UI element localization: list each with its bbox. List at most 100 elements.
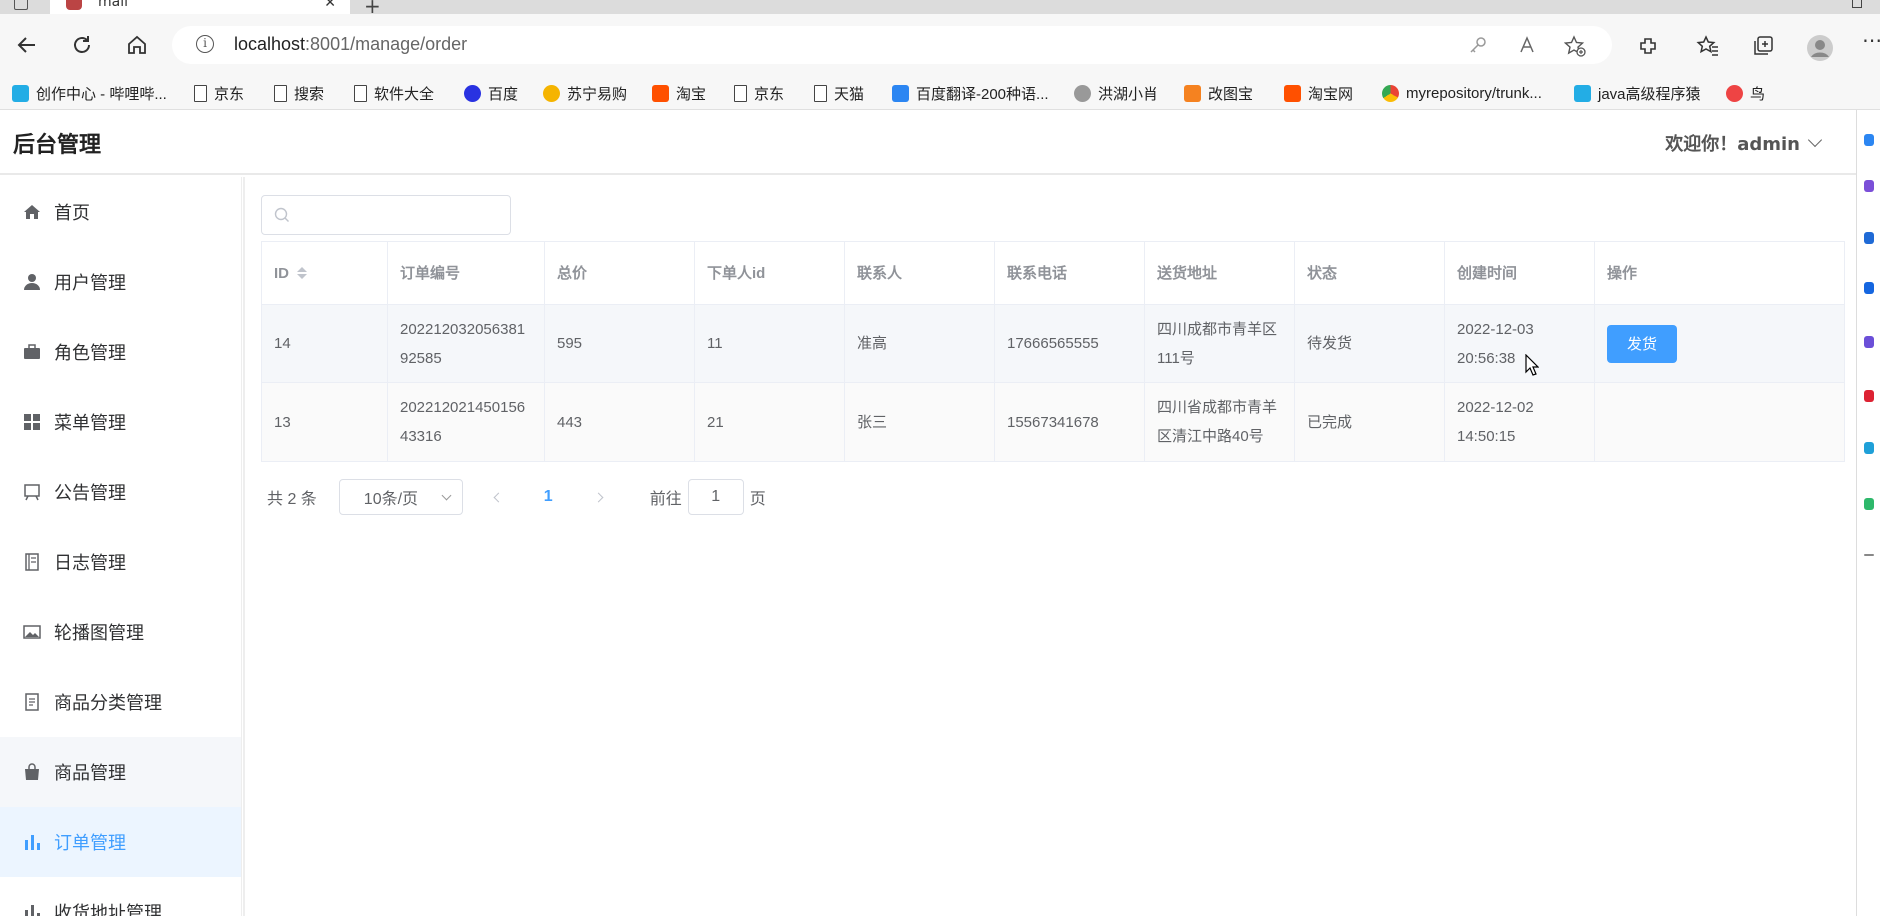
add-icon[interactable]: [1864, 554, 1874, 556]
user-menu[interactable]: 欢迎你！admin: [1665, 130, 1823, 156]
sidebar-item-categories[interactable]: 商品分类管理: [0, 667, 241, 737]
prev-page-icon[interactable]: [493, 492, 504, 502]
back-icon[interactable]: [12, 30, 42, 60]
orders-table: ID 订单编号 总价 下单人id 联系人 联系电话 送货地址 状态 创建时间 操…: [261, 241, 1845, 462]
favorites-icon[interactable]: [1696, 34, 1720, 58]
column-header: 联系人: [845, 242, 995, 304]
read-aloud-icon[interactable]: [1518, 35, 1538, 55]
board-icon: [22, 482, 42, 502]
sidebar-tool-icon[interactable]: [1864, 282, 1874, 294]
column-header-id[interactable]: ID: [262, 242, 388, 304]
next-page-icon[interactable]: [593, 492, 604, 502]
welcome-text: 欢迎你！admin: [1665, 134, 1800, 155]
sidebar-item-notices[interactable]: 公告管理: [0, 457, 241, 527]
chevron-down-icon: [1807, 132, 1823, 148]
sort-caret-icon[interactable]: [297, 267, 307, 279]
bookmark-item[interactable]: 洪湖小肖: [1074, 82, 1158, 104]
ship-button[interactable]: 发货: [1607, 324, 1677, 363]
sidebar-tool-icon[interactable]: [1864, 442, 1874, 454]
sidebar-item-products[interactable]: 商品管理: [0, 737, 241, 807]
grid-icon: [22, 412, 42, 432]
page-icon: [734, 84, 747, 102]
bookmark-item[interactable]: 百度翻译-200种语...: [892, 82, 1049, 104]
suning-icon: [543, 84, 560, 102]
cell-id: 14: [262, 305, 388, 382]
page-icon: [814, 84, 827, 102]
url-field[interactable]: i localhost:8001/manage/order: [172, 26, 1612, 64]
bookmark-item[interactable]: 改图宝: [1184, 82, 1253, 104]
taobao-icon: [1284, 84, 1301, 102]
cell-phone: 17666565555: [995, 305, 1145, 382]
window-restore-icon[interactable]: [1852, 0, 1862, 8]
page-size-select[interactable]: 10条/页: [338, 479, 463, 515]
more-options-icon[interactable]: ⋯: [1862, 28, 1880, 52]
bookmark-label: 苏宁易购: [567, 85, 628, 103]
cell-id: 13: [262, 383, 388, 461]
chart-icon: [22, 832, 42, 852]
sidebar-item-label: 菜单管理: [54, 413, 126, 434]
user-icon: [22, 272, 42, 292]
cell-user-id: 21: [695, 383, 845, 461]
extensions-icon[interactable]: [1636, 34, 1660, 58]
close-tab-icon[interactable]: ✕: [324, 0, 336, 11]
goto-page-input[interactable]: 1: [687, 479, 744, 515]
url-path: :8001/manage/order: [305, 34, 468, 54]
sidebar-item-users[interactable]: 用户管理: [0, 247, 241, 317]
profile-avatar-icon[interactable]: [1806, 34, 1834, 61]
bookmark-item[interactable]: 创作中心 - 哔哩哔...: [12, 82, 167, 104]
sidebar-item-roles[interactable]: 角色管理: [0, 317, 241, 387]
bookmark-item[interactable]: 淘宝: [652, 82, 706, 104]
bookmark-item[interactable]: 天猫: [814, 82, 864, 104]
cell-total: 443: [545, 383, 695, 461]
bookmark-item[interactable]: 软件大全: [354, 82, 434, 104]
cell-actions: 发货: [1595, 305, 1844, 382]
key-icon[interactable]: [1468, 35, 1488, 55]
collections-icon[interactable]: [1751, 34, 1775, 58]
cell-user-id: 11: [695, 305, 845, 382]
sidebar-search-icon[interactable]: [1864, 134, 1874, 146]
bookmark-item[interactable]: 搜索: [274, 82, 324, 104]
picture-icon: [22, 622, 42, 642]
sidebar-tool-icon[interactable]: [1864, 336, 1874, 348]
home-icon: [22, 202, 42, 222]
browser-tab[interactable]: mall ✕: [50, 0, 350, 14]
sidebar-tool-icon[interactable]: [1864, 180, 1874, 192]
home-browser-icon[interactable]: [122, 30, 152, 60]
sidebar-item-carousel[interactable]: 轮播图管理: [0, 597, 241, 667]
cell-total: 595: [545, 305, 695, 382]
bookmark-item[interactable]: 苏宁易购: [543, 82, 627, 104]
sidebar-tool-icon[interactable]: [1864, 390, 1874, 402]
sidebar-item-home[interactable]: 首页: [0, 177, 241, 247]
sidebar-tool-icon[interactable]: [1864, 498, 1874, 510]
bookmark-item[interactable]: 百度: [464, 82, 518, 104]
bookmark-item[interactable]: myrepository/trunk...: [1382, 82, 1542, 104]
column-header: 送货地址: [1145, 242, 1295, 304]
sidebar-tool-icon[interactable]: [1864, 232, 1874, 244]
sidebar-item-menus[interactable]: 菜单管理: [0, 387, 241, 457]
favorite-star-icon[interactable]: [1563, 35, 1586, 57]
mouse-cursor-icon: [1525, 354, 1539, 376]
site-info-icon[interactable]: i: [196, 35, 214, 53]
page-icon: [274, 84, 287, 102]
bookmark-item[interactable]: 鸟: [1726, 82, 1765, 104]
search-input[interactable]: [261, 195, 511, 235]
page-number-current[interactable]: 1: [544, 488, 553, 506]
bookmark-item[interactable]: java高级程序猿: [1574, 82, 1701, 104]
table-row: 14 20221203205638192585 595 11 准高 176665…: [262, 305, 1844, 383]
tab-actions-icon[interactable]: [14, 0, 28, 10]
sidebar-item-logs[interactable]: 日志管理: [0, 527, 241, 597]
bookmark-item[interactable]: 京东: [734, 82, 784, 104]
sidebar-item-orders[interactable]: 订单管理: [0, 807, 241, 877]
column-header-label: ID: [274, 264, 289, 282]
bilibili-icon: [12, 84, 29, 102]
bookmark-item[interactable]: 淘宝网: [1284, 82, 1353, 104]
chart-icon: [22, 902, 42, 916]
refresh-icon[interactable]: [67, 30, 97, 60]
bookmarks-bar: 创作中心 - 哔哩哔... 京东 搜索 软件大全 百度 苏宁易购 淘宝 京东 天…: [0, 76, 1880, 110]
address-bar-area: i localhost:8001/manage/order ⋯: [0, 14, 1880, 76]
bookmark-item[interactable]: 京东: [194, 82, 244, 104]
url-text: localhost:8001/manage/order: [234, 34, 467, 55]
sidebar-item-label: 角色管理: [54, 343, 126, 364]
sidebar-item-addresses[interactable]: 收货地址管理: [0, 877, 241, 916]
table-row: 13 20221202145015643316 443 21 张三 155673…: [262, 383, 1844, 461]
